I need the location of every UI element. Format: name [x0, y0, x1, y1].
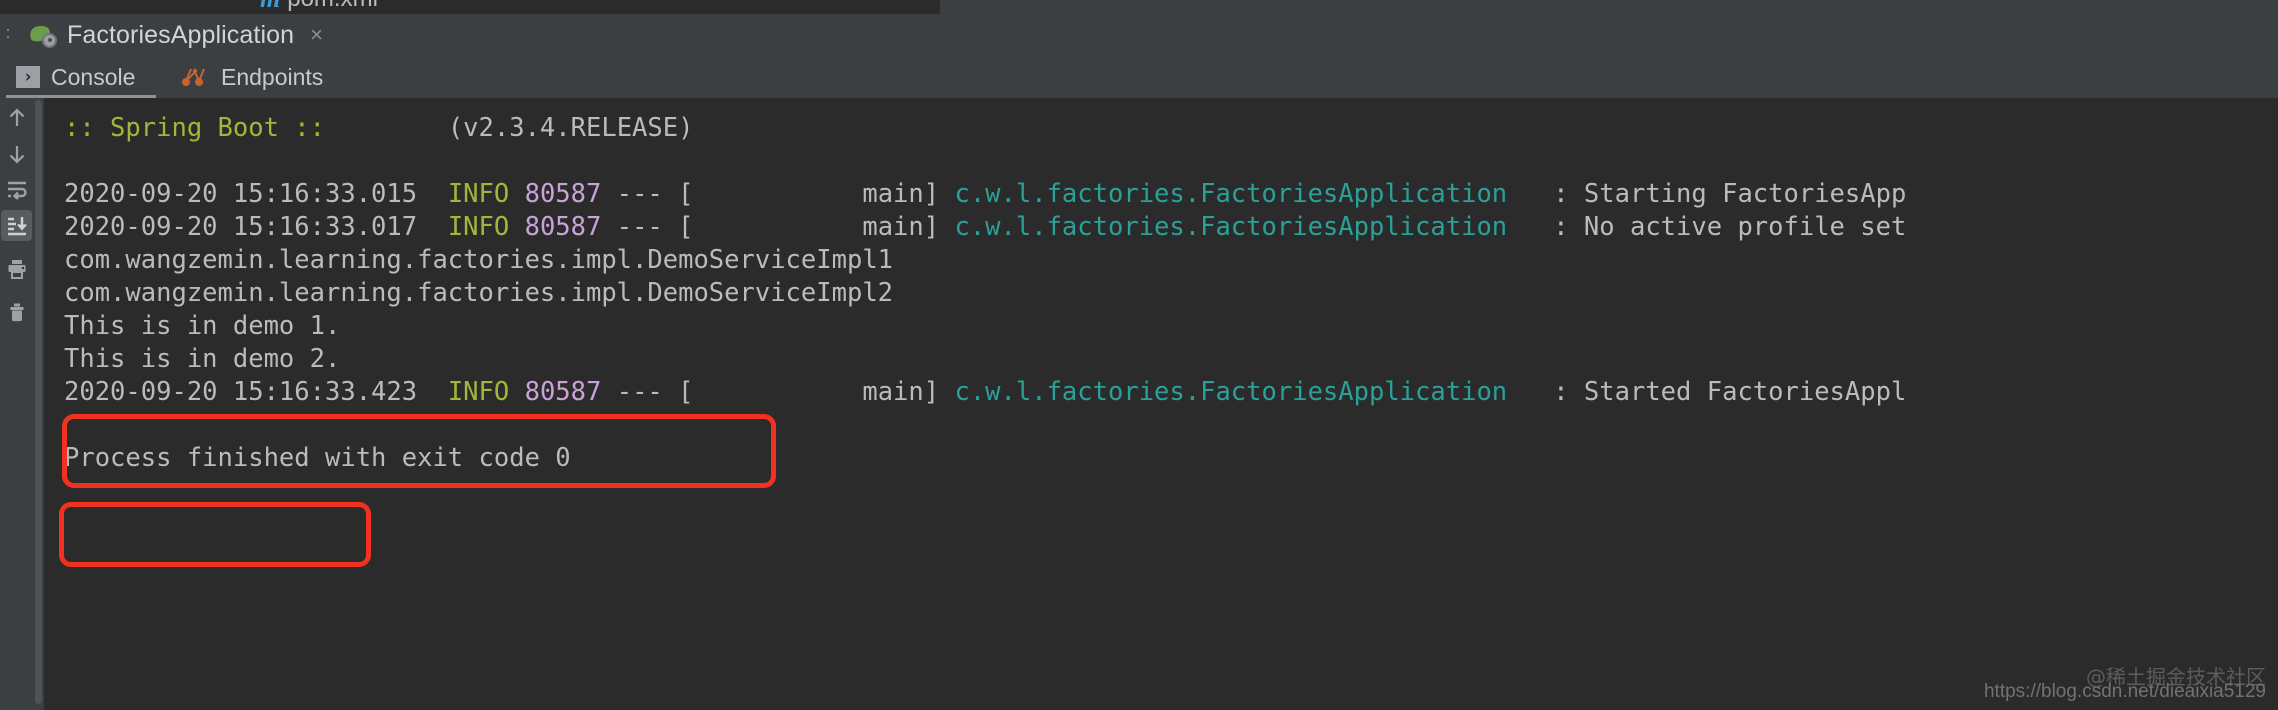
console-line-demo1: This is in demo 1.: [64, 310, 340, 343]
editor-strip-filler: [940, 0, 2278, 14]
console-segment: c.w.l.factories.FactoriesApplication: [954, 212, 1508, 242]
console-scrollbar-thumb[interactable]: [35, 100, 42, 704]
console-segment: 2020-09-20 15:16:33.423: [64, 377, 448, 407]
console-segment: 2020-09-20 15:16:33.017: [64, 212, 448, 242]
scroll-up-button[interactable]: [1, 102, 32, 133]
console-segment: 80587: [524, 377, 602, 407]
console-line-impl2: com.wangzemin.learning.factories.impl.De…: [64, 277, 893, 310]
console-segment: 80587: [524, 179, 602, 209]
console-segment: com.wangzemin.learning.factories.impl.De…: [64, 278, 894, 308]
scroll-to-end-button[interactable]: [1, 210, 32, 241]
editor-tab-label: pom.xml: [287, 0, 378, 13]
console-prompt-icon: ›: [16, 66, 40, 88]
console-segment: :: Spring Boot ::: [64, 113, 325, 143]
run-tab-row: : FactoriesApplication ×: [0, 14, 2278, 67]
soft-wrap-button[interactable]: [1, 174, 32, 205]
console-segment: [509, 212, 524, 242]
console-line-starting: 2020-09-20 15:16:33.015 INFO 80587 --- […: [64, 178, 1906, 211]
arrow-down-icon: [9, 145, 24, 164]
console-segment: --- [ main]: [601, 212, 955, 242]
endpoints-graph-icon: [180, 65, 210, 89]
console-segment: This is in demo 1.: [64, 311, 341, 341]
run-window-gutter-dots: :: [5, 23, 11, 42]
console-segment: 80587: [524, 212, 602, 242]
console-line-demo2: This is in demo 2.: [64, 343, 340, 376]
console-line-no-profile: 2020-09-20 15:16:33.017 INFO 80587 --- […: [64, 211, 1906, 244]
console-line-banner: :: Spring Boot :: (v2.3.4.RELEASE): [64, 112, 693, 145]
console-scrollbar[interactable]: [33, 98, 44, 710]
run-tab-factories-application[interactable]: FactoriesApplication ×: [16, 14, 337, 56]
run-subtab-row: › Console Endpoints: [0, 56, 2278, 99]
console-line-started: 2020-09-20 15:16:33.423 INFO 80587 --- […: [64, 376, 1906, 409]
console-segment: INFO: [447, 179, 510, 209]
close-icon[interactable]: ×: [310, 22, 323, 48]
console-segment: : Started FactoriesAppl: [1507, 377, 1907, 407]
editor-tab-strip: m pom.xml: [0, 0, 940, 14]
console-segment: --- [ main]: [601, 377, 955, 407]
console-segment: [509, 179, 524, 209]
console-line-process-finished: Process finished with exit code 0: [64, 442, 571, 475]
arrow-up-icon: [9, 107, 24, 126]
console-output-panel[interactable]: :: Spring Boot :: (v2.3.4.RELEASE) 2020-…: [33, 98, 2278, 710]
tab-console-label: Console: [51, 63, 136, 90]
console-segment: This is in demo 2.: [64, 344, 341, 374]
console-left-toolbar: [0, 98, 33, 710]
spring-boot-leaf-icon: [28, 23, 57, 48]
maven-m-icon: m: [260, 0, 280, 14]
soft-wrap-icon: [7, 181, 27, 200]
console-segment: (v2.3.4.RELEASE): [325, 113, 694, 143]
console-segment: --- [ main]: [601, 179, 955, 209]
tab-endpoints-label: Endpoints: [221, 63, 324, 90]
console-segment: : No active profile set: [1507, 212, 1907, 242]
console-segment: c.w.l.factories.FactoriesApplication: [954, 179, 1508, 209]
console-text-area[interactable]: :: Spring Boot :: (v2.3.4.RELEASE) 2020-…: [44, 98, 2278, 710]
scroll-down-button[interactable]: [1, 138, 32, 169]
console-segment: 2020-09-20 15:16:33.015: [64, 179, 448, 209]
console-segment: [509, 377, 524, 407]
trash-icon: [10, 303, 23, 321]
console-segment: : Starting FactoriesApp: [1507, 179, 1907, 209]
console-segment: Process finished with exit code 0: [64, 443, 571, 473]
scroll-to-end-icon: [7, 216, 27, 235]
run-tab-label: FactoriesApplication: [67, 20, 295, 49]
console-segment: INFO: [447, 212, 510, 242]
tab-endpoints[interactable]: Endpoints: [180, 56, 323, 98]
printer-icon: [8, 259, 25, 279]
console-segment: c.w.l.factories.FactoriesApplication: [954, 377, 1508, 407]
console-segment: INFO: [447, 377, 510, 407]
tab-console[interactable]: › Console: [16, 56, 135, 98]
editor-tab-pom-xml[interactable]: m pom.xml: [260, 0, 378, 14]
console-segment: com.wangzemin.learning.factories.impl.De…: [64, 245, 894, 275]
clear-all-button[interactable]: [1, 296, 32, 327]
console-line-impl1: com.wangzemin.learning.factories.impl.De…: [64, 244, 893, 277]
print-button[interactable]: [1, 253, 32, 284]
